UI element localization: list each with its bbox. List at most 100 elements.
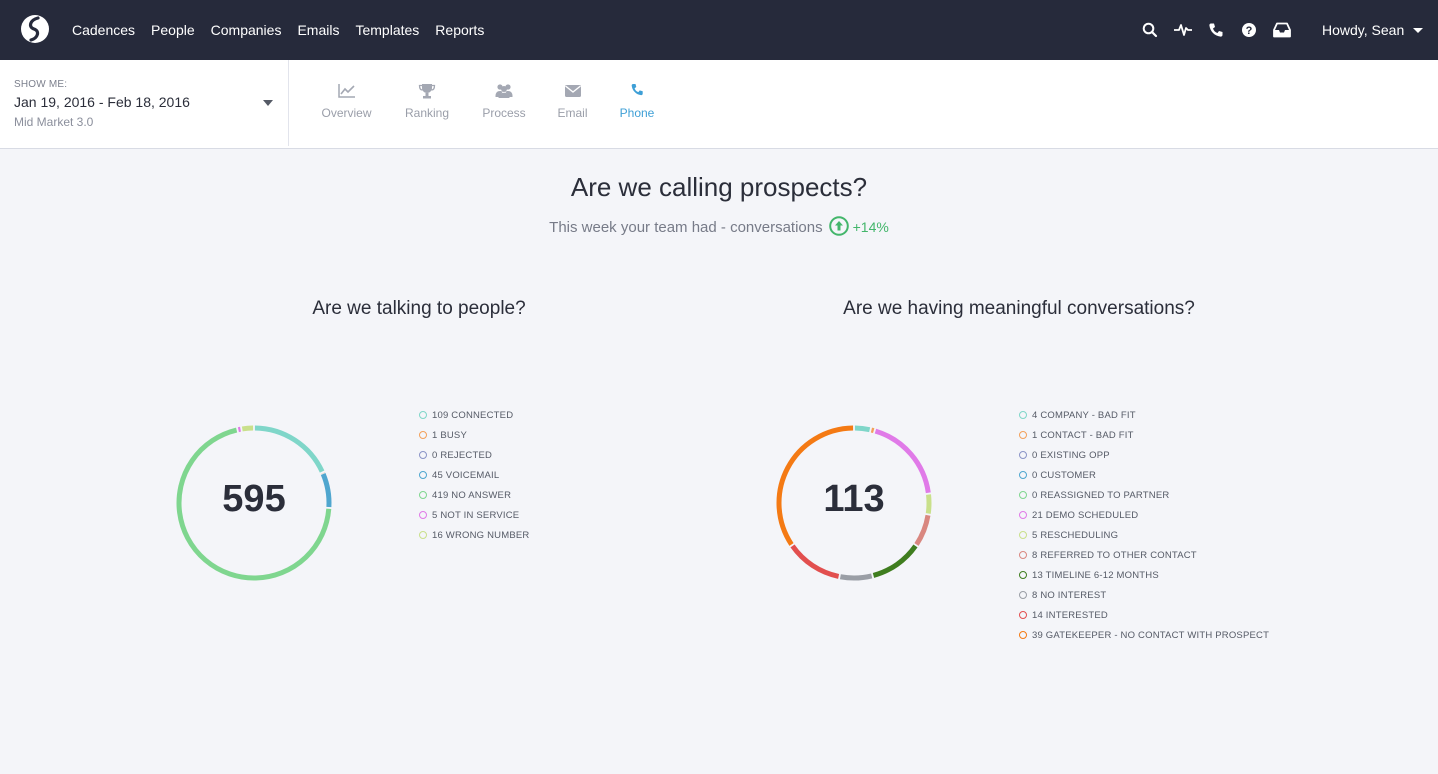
legend-label: 45 VOICEMAIL: [432, 469, 500, 481]
legend-dot-icon: [1019, 571, 1027, 579]
legend-dot-icon: [419, 511, 427, 519]
svg-text:?: ?: [1246, 25, 1253, 37]
legend-dot-icon: [1019, 491, 1027, 499]
legend-label: 8 REFERRED TO OTHER CONTACT: [1032, 549, 1197, 561]
legend-label: 39 GATEKEEPER - NO CONTACT WITH PROSPECT: [1032, 629, 1270, 641]
legend-label: 0 REASSIGNED TO PARTNER: [1032, 489, 1170, 501]
legend-dot-icon: [419, 451, 427, 459]
subtitle-text: This week your team had - conversations: [549, 219, 823, 236]
chart-title-talking: Are we talking to people?: [312, 298, 526, 319]
top-navigation-bar: Cadences People Companies Emails Templat…: [0, 0, 1438, 60]
legend-item: 1 BUSY: [419, 425, 529, 445]
legend-label: 4 COMPANY - BAD FIT: [1032, 409, 1136, 421]
tab-label: Process: [482, 106, 526, 120]
report-subheader: SHOW ME: Jan 19, 2016 - Feb 18, 2016 Mid…: [0, 60, 1438, 149]
date-range-filter[interactable]: SHOW ME: Jan 19, 2016 - Feb 18, 2016 Mid…: [0, 60, 289, 146]
tab-process[interactable]: Process: [481, 82, 527, 122]
legend-dot-icon: [419, 491, 427, 499]
legend-dot-icon: [1019, 511, 1027, 519]
donut-segment[interactable]: [790, 544, 840, 579]
legend-item: 5 RESCHEDULING: [1019, 525, 1269, 545]
legend-item: 109 CONNECTED: [419, 405, 529, 425]
help-icon[interactable]: ?: [1239, 20, 1259, 40]
legend-dot-icon: [1019, 591, 1027, 599]
legend-dot-icon: [1019, 431, 1027, 439]
donut-segment[interactable]: [872, 544, 918, 578]
legend-item: 5 NOT IN SERVICE: [419, 505, 529, 525]
total-conversations: 113: [823, 478, 885, 520]
legend-item: 419 NO ANSWER: [419, 485, 529, 505]
legend-dot-icon: [1019, 411, 1027, 419]
line-chart-icon: [337, 82, 357, 100]
chevron-down-icon[interactable]: [263, 100, 273, 106]
nav-link-companies[interactable]: Companies: [211, 22, 282, 38]
nav-link-reports[interactable]: Reports: [435, 22, 484, 38]
donut-segment[interactable]: [839, 573, 873, 581]
legend-dot-icon: [1019, 531, 1027, 539]
legend-dot-icon: [1019, 551, 1027, 559]
tab-label: Phone: [619, 106, 655, 120]
legend-dot-icon: [1019, 451, 1027, 459]
page-title: Are we calling prospects?: [570, 172, 868, 202]
nav-icon-group: ?: [1140, 18, 1305, 42]
tab-ranking[interactable]: Ranking: [403, 82, 451, 122]
date-range-value: Jan 19, 2016 - Feb 18, 2016: [14, 94, 190, 110]
total-calls: 595: [222, 478, 286, 520]
tab-label: Overview: [321, 106, 372, 120]
legend-label: 1 CONTACT - BAD FIT: [1032, 429, 1134, 441]
segment-value: Mid Market 3.0: [14, 115, 94, 129]
legend-item: 13 TIMELINE 6-12 MONTHS: [1019, 565, 1269, 585]
legend-dot-icon: [419, 471, 427, 479]
legend-conversations: 4 COMPANY - BAD FIT 1 CONTACT - BAD FIT 0 …: [1019, 405, 1269, 645]
nav-link-emails[interactable]: Emails: [297, 22, 339, 38]
change-percentage: +14%: [852, 219, 889, 235]
legend-label: 16 WRONG NUMBER: [432, 529, 530, 541]
legend-item: 16 WRONG NUMBER: [419, 525, 529, 545]
legend-label: 5 NOT IN SERVICE: [432, 509, 520, 521]
chevron-down-icon[interactable]: [1413, 28, 1423, 33]
legend-label: 21 DEMO SCHEDULED: [1032, 509, 1139, 521]
legend-item: 14 INTERESTED: [1019, 605, 1269, 625]
phone-icon[interactable]: [1206, 20, 1226, 40]
activity-icon[interactable]: [1173, 20, 1193, 40]
envelope-icon: [563, 82, 583, 100]
legend-item: 0 EXISTING OPP: [1019, 445, 1269, 465]
donut-segment[interactable]: [854, 425, 871, 433]
trophy-icon: [417, 82, 437, 100]
tab-email[interactable]: Email: [555, 82, 590, 122]
search-icon[interactable]: [1140, 20, 1160, 40]
tab-label: Email: [557, 106, 588, 120]
legend-dot-icon: [419, 411, 427, 419]
legend-item: 1 CONTACT - BAD FIT: [1019, 425, 1269, 445]
legend-item: 0 REASSIGNED TO PARTNER: [1019, 485, 1269, 505]
filter-label: SHOW ME:: [14, 79, 68, 90]
tab-label: Ranking: [404, 106, 450, 120]
legend-item: 4 COMPANY - BAD FIT: [1019, 405, 1269, 425]
donut-segment[interactable]: [241, 425, 254, 432]
legend-label: 109 CONNECTED: [432, 409, 514, 421]
legend-label: 8 NO INTEREST: [1032, 589, 1107, 601]
nav-link-templates[interactable]: Templates: [355, 22, 419, 38]
legend-dot-icon: [419, 431, 427, 439]
donut-segment[interactable]: [254, 425, 325, 473]
legend-item: 21 DEMO SCHEDULED: [1019, 505, 1269, 525]
legend-label: 1 BUSY: [432, 429, 467, 441]
legend-label: 0 REJECTED: [432, 449, 493, 461]
nav-link-people[interactable]: People: [151, 22, 195, 38]
inbox-icon[interactable]: [1272, 20, 1292, 40]
legend-label: 0 CUSTOMER: [1032, 469, 1097, 481]
tab-overview[interactable]: Overview: [319, 82, 374, 122]
page-subtitle: This week your team had - conversations +…: [0, 216, 1438, 236]
legend-calls: 109 CONNECTED 1 BUSY 0 REJECTED 45 VOICEMAI…: [419, 405, 529, 545]
nav-link-cadences[interactable]: Cadences: [72, 22, 135, 38]
donut-segment[interactable]: [870, 427, 875, 434]
user-menu-button[interactable]: Howdy, Sean: [1322, 22, 1404, 38]
legend-dot-icon: [1019, 631, 1027, 639]
legend-label: 14 INTERESTED: [1032, 609, 1108, 621]
legend-dot-icon: [1019, 611, 1027, 619]
chart-title-conversations: Are we having meaningful conversations?: [843, 298, 1195, 319]
legend-item: 39 GATEKEEPER - NO CONTACT WITH PROSPECT: [1019, 625, 1269, 645]
phone-icon: [627, 82, 647, 100]
salesloft-logo-icon[interactable]: [20, 13, 50, 45]
tab-phone[interactable]: Phone: [617, 82, 657, 122]
